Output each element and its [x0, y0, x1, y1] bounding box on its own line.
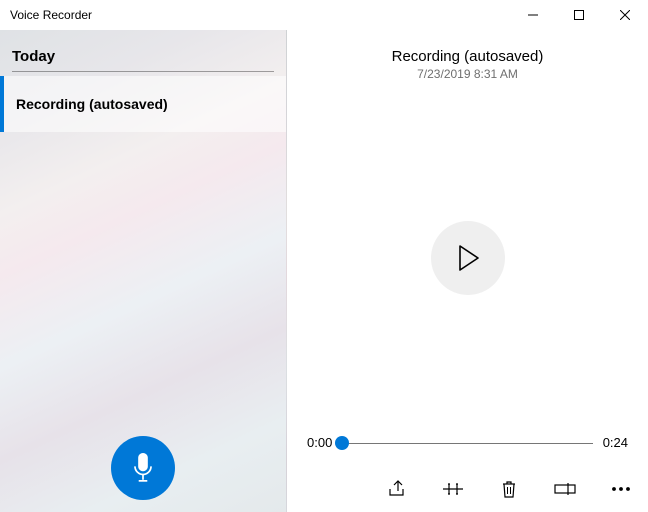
current-time: 0:00 — [307, 435, 332, 450]
total-time: 0:24 — [603, 435, 628, 450]
share-icon — [387, 479, 407, 499]
record-button[interactable] — [111, 436, 175, 500]
close-button[interactable] — [602, 0, 648, 30]
play-icon — [456, 244, 480, 272]
microphone-icon — [130, 453, 156, 483]
play-button[interactable] — [431, 221, 505, 295]
timeline: 0:00 0:24 — [307, 435, 628, 450]
titlebar: Voice Recorder — [0, 0, 648, 30]
rename-button[interactable] — [554, 478, 576, 500]
trim-button[interactable] — [442, 478, 464, 500]
delete-button[interactable] — [498, 478, 520, 500]
detail-pane: Recording (autosaved) 7/23/2019 8:31 AM … — [287, 30, 648, 512]
sidebar: Today Recording (autosaved) — [0, 30, 287, 512]
scrubber[interactable] — [342, 437, 592, 449]
trim-icon — [442, 481, 464, 497]
trash-icon — [501, 479, 517, 499]
minimize-button[interactable] — [510, 0, 556, 30]
rename-icon — [554, 482, 576, 496]
share-button[interactable] — [386, 478, 408, 500]
recording-list-item[interactable]: Recording (autosaved) — [0, 76, 286, 132]
bottom-toolbar — [287, 466, 648, 512]
section-header-today: Today — [12, 48, 274, 72]
recording-list-item-label: Recording (autosaved) — [16, 96, 168, 112]
more-button[interactable] — [610, 478, 632, 500]
window-title: Voice Recorder — [10, 8, 92, 22]
scrubber-thumb[interactable] — [335, 436, 349, 450]
maximize-button[interactable] — [556, 0, 602, 30]
recording-datetime: 7/23/2019 8:31 AM — [287, 67, 648, 81]
more-icon — [612, 486, 630, 492]
recording-title: Recording (autosaved) — [287, 48, 648, 65]
